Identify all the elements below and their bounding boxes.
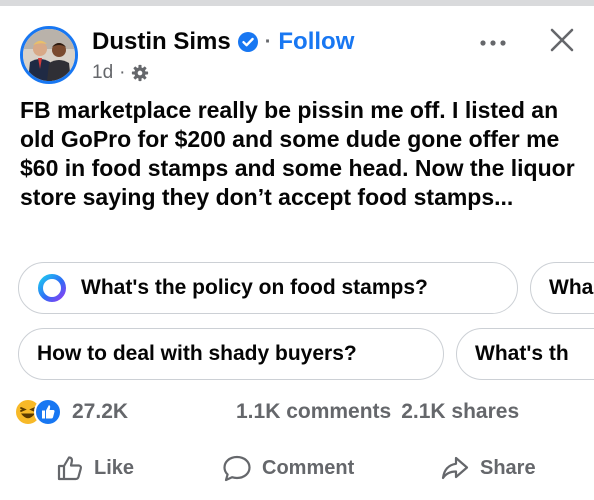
thumbs-up-icon [57, 456, 82, 481]
suggestion-chip-label: What's th [475, 342, 569, 365]
follow-button[interactable]: Follow [278, 28, 354, 56]
reaction-icons [14, 398, 66, 426]
suggestion-chip-truncated[interactable]: What's th [456, 328, 594, 380]
verified-badge-icon [237, 32, 258, 52]
comment-label: Comment [262, 456, 355, 479]
more-options-icon[interactable] [478, 38, 508, 48]
post-header: Dustin Sims · Follow 1d · [0, 6, 594, 96]
avatar[interactable] [20, 26, 78, 84]
like-label: Like [94, 456, 135, 479]
post-meta: 1d · [92, 62, 149, 84]
share-label: Share [480, 456, 536, 479]
gear-audience-icon[interactable] [131, 64, 149, 82]
author-name[interactable]: Dustin Sims [92, 28, 231, 56]
suggestion-chip-label: Wha [549, 276, 594, 299]
like-reaction-icon [34, 398, 62, 426]
meta-ai-ring-icon [38, 274, 66, 302]
comments-count[interactable]: 1.1K comments [236, 400, 391, 423]
like-button[interactable]: Like [56, 454, 134, 482]
share-arrow-icon [441, 456, 469, 480]
comment-bubble-icon [223, 455, 251, 482]
shares-count[interactable]: 2.1K shares [401, 400, 519, 423]
avatar-photo [23, 29, 75, 81]
reaction-summary[interactable]: 27.2K [14, 398, 128, 426]
post-actions: Like Comment Share [0, 448, 594, 492]
suggestion-chip-shady-buyers[interactable]: How to deal with shady buyers? [18, 328, 444, 380]
comment-button[interactable]: Comment [222, 454, 354, 482]
close-icon[interactable] [550, 28, 574, 52]
engagement-stats: 1.1K comments 2.1K shares [236, 400, 519, 424]
post-time[interactable]: 1d [92, 62, 113, 84]
suggestion-chip-label: What's the policy on food stamps? [81, 276, 428, 299]
suggestion-chip-label: How to deal with shady buyers? [37, 342, 357, 365]
meta-separator: · [119, 62, 126, 83]
suggestion-chip-truncated[interactable]: Wha [530, 262, 594, 314]
suggestion-row-2: How to deal with shady buyers? What's th [0, 328, 594, 382]
author-row: Dustin Sims · Follow [92, 28, 354, 56]
reaction-count: 27.2K [72, 400, 129, 423]
suggestion-row-1: What's the policy on food stamps? Wha [0, 262, 594, 316]
post-body-text: FB marketplace really be pissin me off. … [20, 97, 575, 210]
suggestion-chip-food-stamps-policy[interactable]: What's the policy on food stamps? [18, 262, 518, 314]
share-button[interactable]: Share [440, 454, 536, 482]
header-separator: · [264, 30, 272, 53]
